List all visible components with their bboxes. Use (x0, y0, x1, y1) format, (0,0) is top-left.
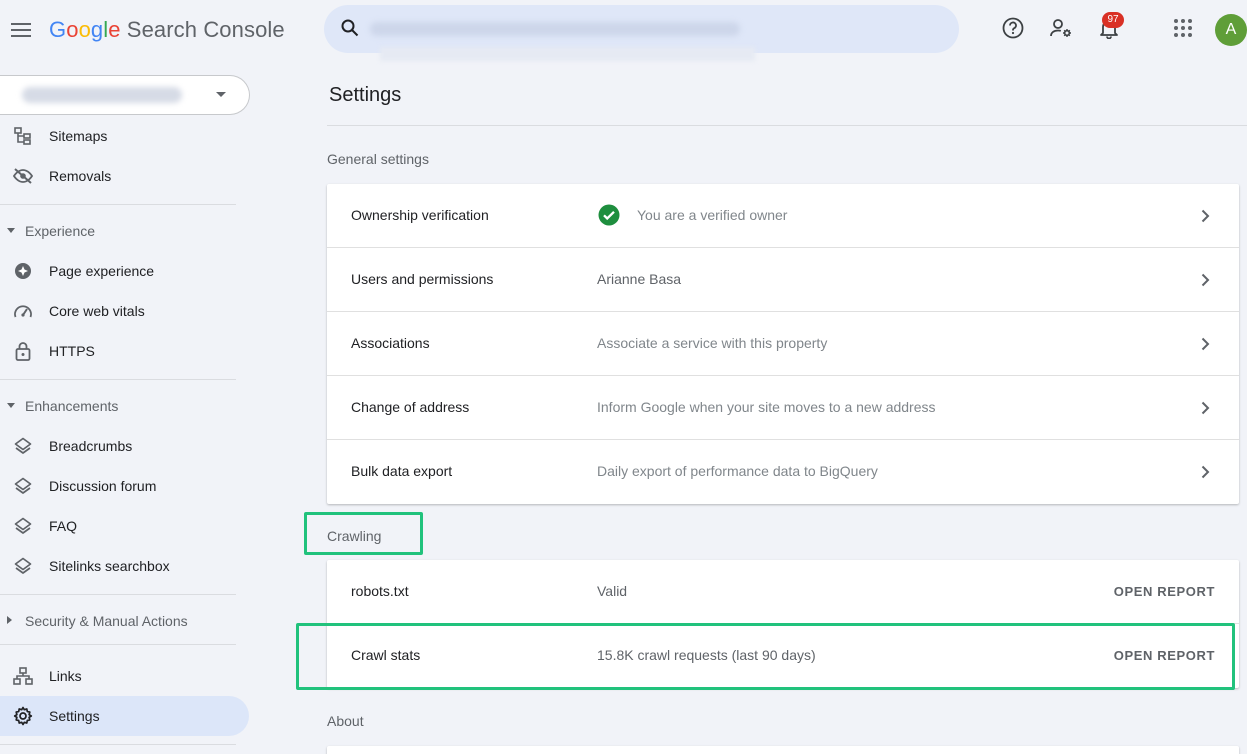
sidebar-item-label: Sitemaps (49, 128, 108, 144)
sidebar-item-label: Removals (49, 168, 112, 184)
section-header-label: Enhancements (25, 398, 119, 414)
sidebar-item-breadcrumbs[interactable]: Breadcrumbs (0, 426, 249, 466)
search-icon[interactable] (341, 19, 359, 42)
chevron-right-icon[interactable] (1195, 206, 1215, 226)
caret-down-icon (7, 403, 15, 408)
row-value: You are a verified owner (637, 207, 788, 223)
help-icon[interactable] (1000, 15, 1026, 41)
crawling-card: robots.txt Valid OPEN REPORT Crawl stats… (327, 560, 1239, 688)
row-value: Inform Google when your site moves to a … (597, 399, 936, 415)
eye-off-icon (12, 166, 34, 186)
property-selector[interactable] (0, 75, 250, 115)
layers-icon (12, 556, 34, 576)
chevron-right-icon[interactable] (1195, 398, 1215, 418)
settings-row-robots-txt[interactable]: robots.txt Valid OPEN REPORT (327, 560, 1239, 624)
layers-icon (12, 516, 34, 536)
sidebar-item-removals[interactable]: Removals (0, 156, 249, 196)
check-circle-icon (598, 204, 620, 226)
sidebar-divider (0, 594, 236, 595)
sidebar-item-label: Sitelinks searchbox (49, 558, 170, 574)
sidebar-divider (0, 644, 236, 645)
redacted-url (370, 22, 740, 36)
settings-row-change-of-address[interactable]: Change of address Inform Google when you… (327, 376, 1239, 440)
speedometer-icon (12, 301, 34, 321)
row-value: Valid (597, 583, 628, 599)
section-header-label: Security & Manual Actions (25, 613, 188, 629)
row-name: Users and permissions (351, 271, 494, 287)
row-name: Crawl stats (351, 647, 421, 663)
open-report-button[interactable]: OPEN REPORT (1114, 584, 1215, 599)
general-settings-card: Ownership verification You are a verifie… (327, 184, 1239, 504)
sidebar-item-sitelinks-searchbox[interactable]: Sitelinks searchbox (0, 546, 249, 586)
caret-right-icon (7, 616, 12, 624)
caret-down-icon (7, 228, 15, 233)
settings-row-associations[interactable]: Associations Associate a service with th… (327, 312, 1239, 376)
sidebar-item-label: Links (49, 668, 82, 684)
section-header-security[interactable]: Security & Manual Actions (0, 606, 236, 636)
sidebar-item-faq[interactable]: FAQ (0, 506, 249, 546)
sitemap-icon (12, 126, 34, 146)
row-value: Arianne Basa (597, 271, 682, 287)
lock-icon (12, 341, 34, 361)
sidebar-item-page-experience[interactable]: Page experience (0, 251, 249, 291)
sidebar-item-discussion-forum[interactable]: Discussion forum (0, 466, 249, 506)
section-header-enhancements[interactable]: Enhancements (0, 391, 236, 421)
section-header-label: Experience (25, 223, 96, 239)
sidebar-item-core-web-vitals[interactable]: Core web vitals (0, 291, 249, 331)
row-name: Ownership verification (351, 207, 489, 223)
plus-circle-icon (12, 261, 34, 281)
sidebar-item-links[interactable]: Links (0, 656, 249, 696)
layers-icon (12, 436, 34, 456)
general-settings-label: General settings (327, 151, 429, 167)
crawling-label: Crawling (327, 528, 382, 544)
settings-row-ownership-verification[interactable]: Ownership verification You are a verifie… (327, 184, 1239, 248)
row-value: 15.8K crawl requests (last 90 days) (597, 647, 816, 663)
menu-icon[interactable] (8, 17, 34, 43)
manage-users-icon[interactable] (1048, 15, 1074, 41)
chevron-right-icon[interactable] (1195, 270, 1215, 290)
row-name: Associations (351, 335, 430, 351)
sidebar-item-settings[interactable]: Settings (0, 696, 249, 736)
sidebar-item-label: Core web vitals (49, 303, 145, 319)
settings-row-crawl-stats[interactable]: Crawl stats 15.8K crawl requests (last 9… (327, 624, 1239, 688)
apps-icon[interactable] (1170, 15, 1196, 41)
sidebar-item-label: Settings (49, 708, 100, 724)
chevron-right-icon[interactable] (1195, 462, 1215, 482)
sidebar-item-label: FAQ (49, 518, 78, 534)
section-header-experience[interactable]: Experience (0, 216, 236, 246)
sidebar-divider (0, 744, 236, 745)
row-value: Daily export of performance data to BigQ… (597, 463, 878, 479)
redacted-url-shadow (380, 47, 755, 61)
sidebar-item-https[interactable]: HTTPS (0, 331, 249, 371)
settings-row-bulk-data-export[interactable]: Bulk data export Daily export of perform… (327, 440, 1239, 504)
sidebar-item-label: Discussion forum (49, 478, 157, 494)
row-name: Change of address (351, 399, 470, 415)
avatar[interactable]: A (1215, 14, 1247, 46)
sidebar-divider (0, 379, 236, 380)
row-name: Bulk data export (351, 463, 453, 479)
notification-badge: 97 (1102, 12, 1124, 28)
row-value: Associate a service with this property (597, 335, 828, 351)
about-card (327, 746, 1239, 754)
gear-icon (12, 706, 34, 726)
layers-icon (12, 476, 34, 496)
sidebar-item-label: Breadcrumbs (49, 438, 133, 454)
row-name: robots.txt (351, 583, 409, 599)
open-report-button[interactable]: OPEN REPORT (1114, 648, 1215, 663)
links-icon (12, 666, 34, 686)
about-label: About (327, 713, 364, 729)
redacted-property-name (22, 87, 182, 103)
title-divider (327, 125, 1247, 126)
sidebar-item-sitemaps[interactable]: Sitemaps (0, 116, 249, 156)
sidebar-item-label: HTTPS (49, 343, 95, 359)
chevron-down-icon (216, 92, 226, 97)
top-bar: Google Search Console 97 A (0, 0, 1247, 62)
page-title: Settings (329, 84, 402, 106)
sidebar-divider (0, 204, 236, 205)
chevron-right-icon[interactable] (1195, 334, 1215, 354)
sidebar-item-label: Page experience (49, 263, 155, 279)
settings-row-users-and-permissions[interactable]: Users and permissions Arianne Basa (327, 248, 1239, 312)
app-logo[interactable]: Google Search Console (49, 17, 285, 43)
